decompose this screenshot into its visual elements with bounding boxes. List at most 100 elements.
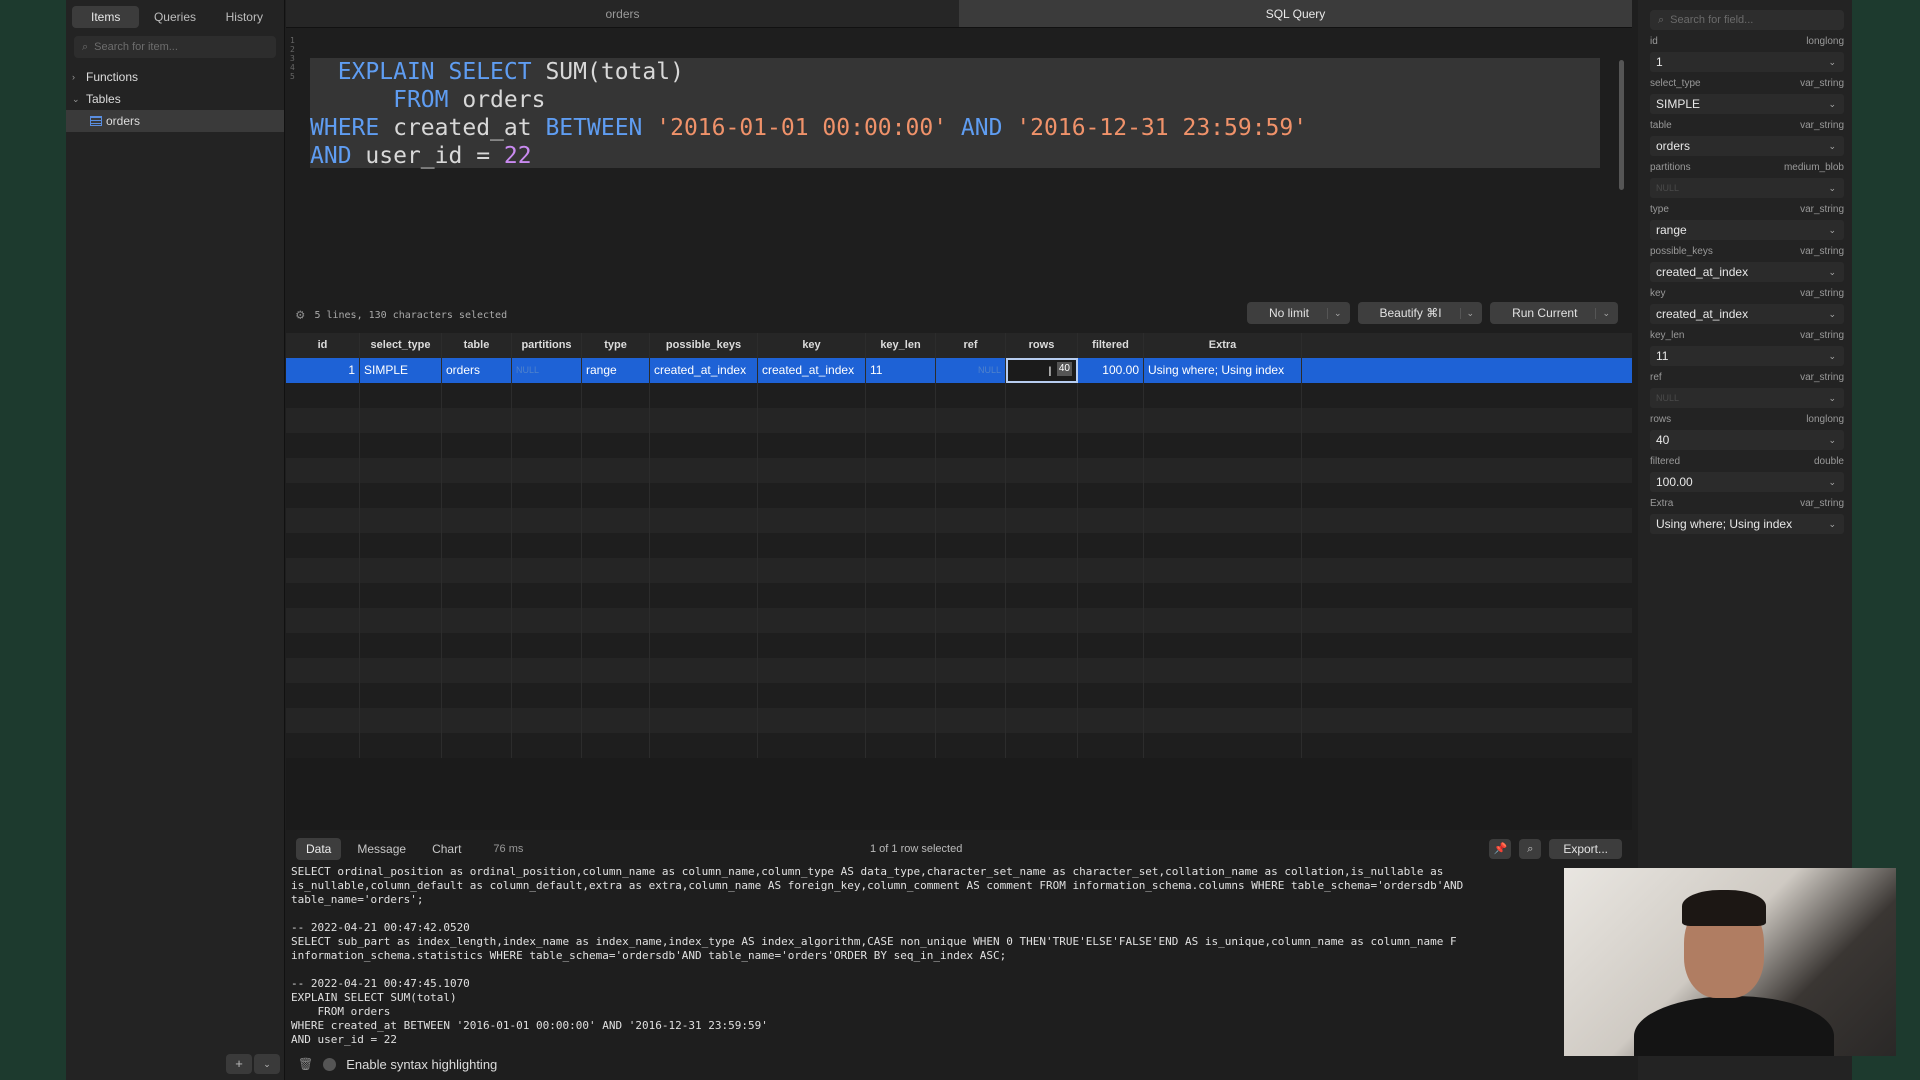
field-header: type var_string <box>1650 204 1844 218</box>
add-button[interactable]: + <box>226 1054 252 1074</box>
tab-sql-query[interactable]: SQL Query <box>959 0 1632 27</box>
field-value-select[interactable]: Using where; Using index ⌄ <box>1650 514 1844 534</box>
tab-queries[interactable]: Queries <box>141 6 208 28</box>
table-row[interactable]: 1 SIMPLE orders NULL range created_at_in… <box>286 358 1632 383</box>
tab-history[interactable]: History <box>211 6 278 28</box>
cell-key[interactable]: created_at_index <box>758 358 866 383</box>
field-value-select[interactable]: 11 ⌄ <box>1650 346 1844 366</box>
column-header-key[interactable]: key <box>758 333 866 358</box>
syntax-highlighting-checkbox[interactable] <box>323 1057 337 1071</box>
chevron-down-icon[interactable]: ⌄ <box>72 94 82 105</box>
chevron-down-icon[interactable]: ⌄ <box>1828 435 1836 446</box>
empty-cell <box>582 458 650 483</box>
column-header-rows[interactable]: rows <box>1006 333 1078 358</box>
chevron-down-icon[interactable]: ⌄ <box>1828 183 1836 194</box>
column-header-type[interactable]: type <box>582 333 650 358</box>
cell-ref[interactable]: NULL <box>936 358 1006 383</box>
cell-id[interactable]: 1 <box>286 358 360 383</box>
search-icon: ⌕ <box>82 40 89 53</box>
cell-possible-keys[interactable]: created_at_index <box>650 358 758 383</box>
tree-item-functions[interactable]: › Functions <box>66 66 284 88</box>
cell-extra[interactable]: Using where; Using index <box>1144 358 1302 383</box>
column-header-table[interactable]: table <box>442 333 512 358</box>
field-value: 1 <box>1656 55 1663 69</box>
empty-cell <box>650 483 758 508</box>
sql-editor[interactable]: 1 2 3 4 5 EXPLAIN SELECT SUM(total) FROM… <box>286 28 1632 328</box>
empty-cell <box>512 508 582 533</box>
empty-cell <box>442 658 512 683</box>
column-header-key-len[interactable]: key_len <box>866 333 936 358</box>
empty-cell <box>582 508 650 533</box>
beautify-button[interactable]: Beautify ⌘I ⌄ <box>1357 302 1483 324</box>
field-name: table <box>1650 120 1672 131</box>
cell-type[interactable]: range <box>582 358 650 383</box>
column-header-possible-keys[interactable]: possible_keys <box>650 333 758 358</box>
cell-table[interactable]: orders <box>442 358 512 383</box>
chevron-right-icon[interactable]: › <box>72 72 82 82</box>
field-value-select[interactable]: NULL ⌄ <box>1650 178 1844 198</box>
field-value-select[interactable]: orders ⌄ <box>1650 136 1844 156</box>
pin-icon[interactable]: 📌 <box>1489 839 1512 859</box>
cell-filtered[interactable]: 100.00 <box>1078 358 1144 383</box>
column-header-select-type[interactable]: select_type <box>360 333 442 358</box>
tree-item-tables[interactable]: ⌄ Tables <box>66 88 284 110</box>
field-value-select[interactable]: range ⌄ <box>1650 220 1844 240</box>
line-number: 3 <box>290 54 295 63</box>
cell-key-len[interactable]: 11 <box>866 358 936 383</box>
column-header-id[interactable]: id <box>286 333 360 358</box>
empty-cell <box>866 433 936 458</box>
search-icon[interactable]: ⌕ <box>1519 839 1542 859</box>
trash-icon[interactable]: 🗑 <box>298 1057 313 1071</box>
run-current-button[interactable]: Run Current ⌄ <box>1490 302 1618 324</box>
export-button[interactable]: Export... <box>1549 839 1622 859</box>
cell-select-type[interactable]: SIMPLE <box>360 358 442 383</box>
query-log[interactable]: SELECT ordinal_position as ordinal_posit… <box>286 865 1632 1050</box>
sidebar-search-input[interactable]: ⌕ Search for item... <box>74 36 276 58</box>
field-type: var_string <box>1800 498 1844 509</box>
chevron-down-icon[interactable]: ⌄ <box>1828 225 1836 236</box>
selected-code[interactable]: EXPLAIN SELECT SUM(total) FROM orders WH… <box>310 58 1600 169</box>
column-header-partitions[interactable]: partitions <box>512 333 582 358</box>
field-value: orders <box>1656 139 1691 153</box>
field-value-select[interactable]: created_at_index ⌄ <box>1650 304 1844 324</box>
tab-data[interactable]: Data <box>296 838 342 860</box>
chevron-down-icon[interactable]: ⌄ <box>1828 477 1836 488</box>
chevron-down-icon[interactable]: ⌄ <box>1828 57 1836 68</box>
add-menu-chevron-down-icon[interactable]: ⌄ <box>254 1054 280 1074</box>
empty-cell <box>936 583 1006 608</box>
column-header-ref[interactable]: ref <box>936 333 1006 358</box>
field-value-select[interactable]: created_at_index ⌄ <box>1650 262 1844 282</box>
cell-rows-editor[interactable]: I 40 <box>1006 358 1078 383</box>
column-header-filtered[interactable]: filtered <box>1078 333 1144 358</box>
field-value-select[interactable]: SIMPLE ⌄ <box>1650 94 1844 114</box>
chevron-down-icon[interactable]: ⌄ <box>1828 393 1836 404</box>
cell-partitions[interactable]: NULL <box>512 358 582 383</box>
chevron-down-icon[interactable]: ⌄ <box>1828 351 1836 362</box>
column-header-extra[interactable]: Extra <box>1144 333 1302 358</box>
chevron-down-icon[interactable]: ⌄ <box>1828 309 1836 320</box>
tab-items[interactable]: Items <box>72 6 140 28</box>
cell-rows-value[interactable]: 40 <box>1056 362 1072 376</box>
empty-cell <box>866 683 936 708</box>
empty-cell <box>650 433 758 458</box>
field-value-select[interactable]: 1 ⌄ <box>1650 52 1844 72</box>
tree-item-orders[interactable]: orders <box>66 110 284 132</box>
field-value-select[interactable]: 100.00 ⌄ <box>1650 472 1844 492</box>
empty-cell <box>512 433 582 458</box>
field-value-select[interactable]: 40 ⌄ <box>1650 430 1844 450</box>
chevron-down-icon[interactable]: ⌄ <box>1828 141 1836 152</box>
gear-icon[interactable]: ⚙ <box>296 307 304 323</box>
field-search-input[interactable]: ⌕ Search for field... <box>1650 10 1844 30</box>
log-footer: 🗑 Enable syntax highlighting <box>286 1052 1632 1076</box>
tab-chart[interactable]: Chart <box>422 838 471 860</box>
field-header: partitions medium_blob <box>1650 162 1844 176</box>
empty-cell <box>442 633 512 658</box>
tab-message[interactable]: Message <box>347 838 416 860</box>
field-value-select[interactable]: NULL ⌄ <box>1650 388 1844 408</box>
limit-dropdown[interactable]: No limit ⌄ <box>1246 302 1350 324</box>
chevron-down-icon[interactable]: ⌄ <box>1828 519 1836 530</box>
editor-scrollbar[interactable] <box>1619 60 1624 190</box>
chevron-down-icon[interactable]: ⌄ <box>1828 99 1836 110</box>
tab-orders[interactable]: orders <box>286 0 959 27</box>
chevron-down-icon[interactable]: ⌄ <box>1828 267 1836 278</box>
